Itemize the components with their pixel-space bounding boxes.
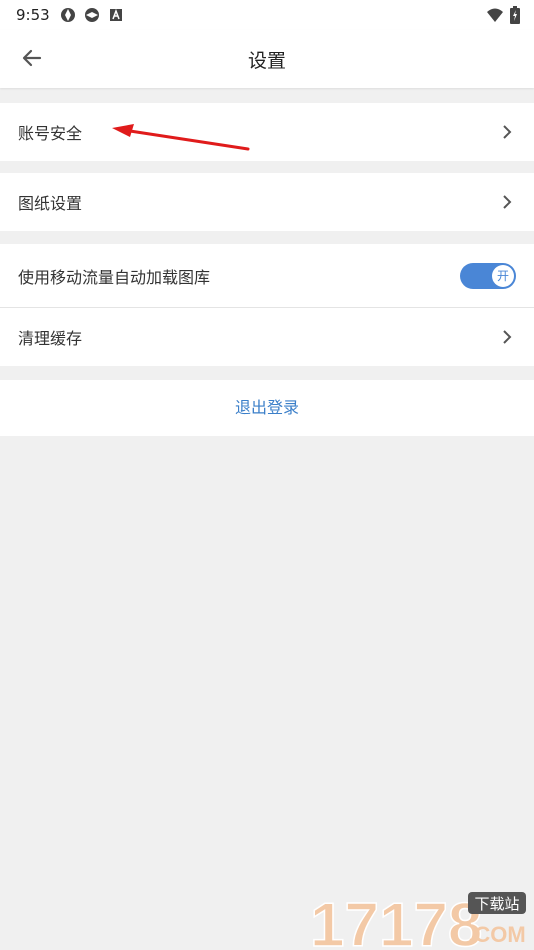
drawing-settings-label: 图纸设置 <box>18 194 83 213</box>
clear-cache-row[interactable]: 清理缓存 <box>0 308 534 366</box>
mobile-data-label: 使用移动流量自动加载图库 <box>18 267 211 287</box>
account-security-label: 账号安全 <box>18 124 83 143</box>
status-right <box>486 6 520 24</box>
mobile-data-toggle[interactable]: 开 <box>460 262 516 289</box>
wifi-icon <box>487 8 503 22</box>
svg-text:17178: 17178 <box>310 891 482 950</box>
group-account: 账号安全 <box>0 103 534 161</box>
notification-icons <box>60 7 124 23</box>
mobile-data-row: 使用移动流量自动加载图库 开 <box>0 244 534 307</box>
toggle-knob: 开 <box>492 264 514 287</box>
drawing-settings-row[interactable]: 图纸设置 <box>0 173 534 231</box>
a-icon <box>110 8 122 21</box>
status-time: 9:53 <box>16 6 50 24</box>
status-bar: 9:53 <box>0 0 534 30</box>
site-watermark-logo: 17178 下载站 .COM <box>309 890 526 950</box>
chevron-right-icon <box>503 330 512 344</box>
chevron-right-icon <box>503 195 512 209</box>
clear-cache-label: 清理缓存 <box>18 329 83 348</box>
chevron-right-icon <box>503 125 512 139</box>
red-arrow-annotation <box>112 124 250 151</box>
page-title: 设置 <box>247 50 286 72</box>
battery-icon <box>510 6 520 24</box>
group-drawing: 图纸设置 <box>0 173 534 231</box>
svg-text:下载站: 下载站 <box>474 895 519 913</box>
account-security-row[interactable]: 账号安全 <box>0 103 534 161</box>
aperture-icon-2 <box>85 8 99 22</box>
group-data: 使用移动流量自动加载图库 开 清理缓存 <box>0 244 534 366</box>
logout-button[interactable]: 退出登录 <box>0 380 534 436</box>
svg-text:.COM: .COM <box>468 922 525 947</box>
app-bar: 设置 <box>0 30 534 88</box>
aperture-icon <box>61 8 75 22</box>
